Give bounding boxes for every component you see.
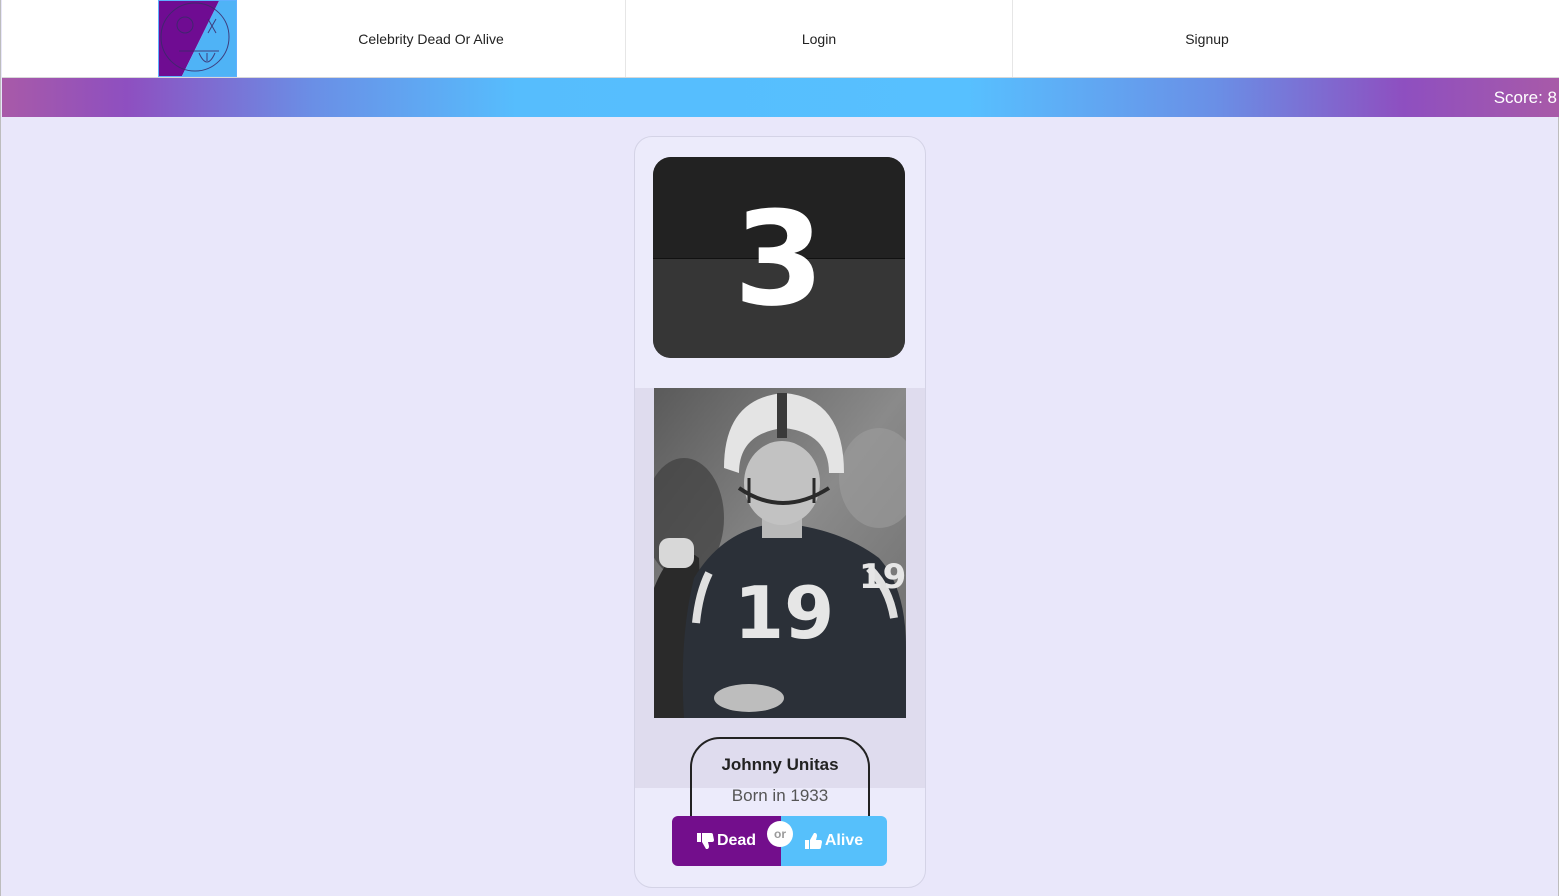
thumbs-down-icon [696, 833, 715, 849]
nav-title-link[interactable]: Celebrity Dead Or Alive [237, 0, 625, 77]
or-separator: or [767, 821, 793, 847]
celebrity-name: Johnny Unitas [721, 755, 839, 774]
svg-text:19: 19 [859, 557, 906, 597]
app-frame: Celebrity Dead Or Alive Login Signup Sco… [0, 0, 1559, 896]
dead-button-label: Dead [716, 832, 757, 849]
thumbs-up-icon [804, 833, 823, 849]
svg-text:19: 19 [734, 571, 834, 655]
timer-value: 3 [733, 182, 825, 335]
celebrity-birth-year: Born in 1933 [731, 786, 829, 805]
game-card: 3 19 19 Johnny Unitas Born in 1933 Dead … [634, 136, 926, 888]
dead-button[interactable]: Dead [672, 816, 781, 866]
score-display: Score: 8 [1493, 87, 1557, 107]
alive-button-label: Alive [824, 832, 864, 849]
countdown-timer: 3 [653, 157, 905, 358]
score-bar: Score: 8 [2, 78, 1559, 117]
game-logo-icon[interactable] [158, 0, 237, 77]
nav-login-link[interactable]: Login [625, 0, 1013, 77]
top-navbar: Celebrity Dead Or Alive Login Signup [2, 0, 1559, 78]
celebrity-photo: 19 19 [654, 388, 906, 718]
nav-signup-link[interactable]: Signup [1013, 0, 1401, 77]
alive-button[interactable]: Alive [781, 816, 887, 866]
